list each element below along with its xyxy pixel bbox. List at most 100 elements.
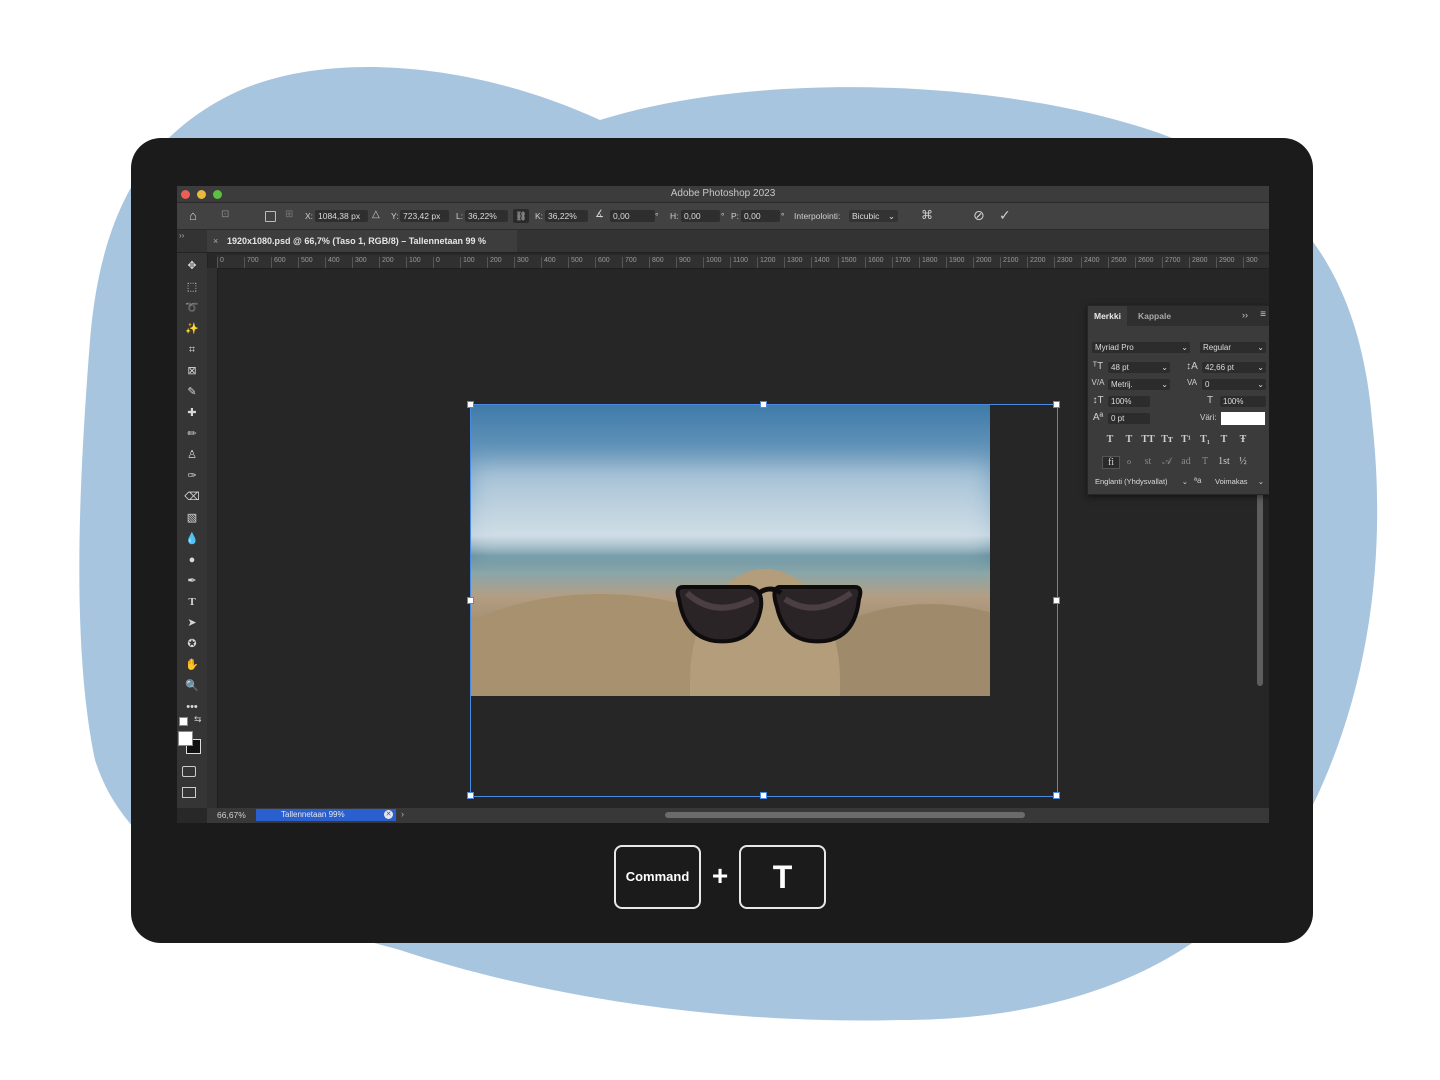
ruler-tick: 1600 bbox=[865, 257, 884, 268]
title-bar: Adobe Photoshop 2023 bbox=[177, 186, 1269, 203]
kerning-field[interactable]: Metrij. ⌄ bbox=[1108, 379, 1170, 390]
transform-handle[interactable] bbox=[1053, 401, 1060, 408]
hskew-field[interactable]: 0,00 bbox=[681, 210, 720, 222]
transform-handle[interactable] bbox=[760, 401, 767, 408]
hand-tool-icon[interactable]: ✋ bbox=[181, 656, 203, 674]
type-tool-icon[interactable]: T bbox=[181, 593, 203, 611]
width-field[interactable]: 36,22% bbox=[465, 210, 508, 222]
zoom-level[interactable]: 66,67% bbox=[217, 810, 246, 820]
eraser-tool-icon[interactable]: ⌫ bbox=[181, 488, 203, 506]
opentype-button[interactable]: ½ bbox=[1235, 456, 1251, 467]
font-family-select[interactable]: Myriad Pro ⌄ bbox=[1092, 342, 1190, 353]
transform-handle[interactable] bbox=[467, 792, 474, 799]
ruler-tick: 1000 bbox=[703, 257, 722, 268]
status-menu-chevron-icon[interactable]: › bbox=[401, 809, 404, 819]
default-colors-icon[interactable] bbox=[179, 717, 188, 726]
zoom-tool-icon[interactable]: 🔍 bbox=[181, 677, 203, 695]
transform-bounding-box[interactable] bbox=[467, 401, 1060, 799]
transform-icon[interactable]: ⊡ bbox=[221, 209, 229, 220]
ruler-tick: 400 bbox=[325, 257, 340, 268]
document-tab[interactable]: × 1920x1080.psd @ 66,7% (Taso 1, RGB/8) … bbox=[207, 230, 517, 252]
move-tool-icon[interactable]: ✥ bbox=[181, 257, 203, 275]
frame-tool-icon[interactable]: ⊠ bbox=[181, 362, 203, 380]
reference-point-icon[interactable]: ⊞ bbox=[285, 209, 293, 220]
stamp-tool-icon[interactable]: ♙ bbox=[181, 446, 203, 464]
vskew-field[interactable]: 0,00 bbox=[741, 210, 780, 222]
vertical-scrollbar[interactable] bbox=[1257, 486, 1263, 686]
opentype-button[interactable]: 1st bbox=[1216, 456, 1232, 467]
transform-handle[interactable] bbox=[1053, 792, 1060, 799]
opentype-button[interactable]: st bbox=[1140, 456, 1156, 467]
pen-tool-icon[interactable]: ✒ bbox=[181, 572, 203, 590]
cancel-icon[interactable]: ⊘ bbox=[973, 207, 985, 224]
baseline-shift-field[interactable]: 0 pt bbox=[1108, 413, 1150, 424]
shape-tool-icon[interactable]: ✪ bbox=[181, 635, 203, 653]
expand-panels-icon[interactable]: ›› bbox=[179, 231, 184, 240]
link-icon[interactable]: ⛓ bbox=[513, 209, 529, 223]
relative-position-icon[interactable]: △ bbox=[372, 209, 380, 220]
text-style-button[interactable]: T₁ bbox=[1197, 434, 1213, 445]
eyedropper-tool-icon[interactable]: ✎ bbox=[181, 383, 203, 401]
text-color-swatch[interactable] bbox=[1221, 412, 1265, 425]
gradient-tool-icon[interactable]: ▧ bbox=[181, 509, 203, 527]
save-progress: Tallennetaan 99% ✕ bbox=[256, 809, 396, 821]
tracking-field[interactable]: 0 ⌄ bbox=[1202, 379, 1266, 390]
path-select-tool-icon[interactable]: ➤ bbox=[181, 614, 203, 632]
font-size-field[interactable]: 48 pt ⌄ bbox=[1108, 362, 1170, 373]
cancel-save-icon[interactable]: ✕ bbox=[384, 810, 393, 819]
screen-mode-icon[interactable] bbox=[182, 787, 196, 798]
history-brush-tool-icon[interactable]: ✑ bbox=[181, 467, 203, 485]
more-tools-icon[interactable]: ••• bbox=[181, 698, 203, 716]
horizontal-scrollbar[interactable] bbox=[665, 812, 1025, 818]
antialias-select[interactable]: Voimakas ⌄ bbox=[1212, 476, 1266, 487]
transform-handle[interactable] bbox=[1053, 597, 1060, 604]
ruler-tick: 700 bbox=[622, 257, 637, 268]
tab-kappale[interactable]: Kappale bbox=[1132, 306, 1177, 326]
vertical-scale-field[interactable]: 100% bbox=[1108, 396, 1150, 407]
commit-icon[interactable]: ✓ bbox=[999, 207, 1011, 224]
angle-field[interactable]: 0,00 bbox=[610, 210, 655, 222]
tab-merkki[interactable]: Merkki bbox=[1088, 306, 1127, 326]
toggle-reference-point-checkbox[interactable] bbox=[265, 211, 276, 222]
text-style-button[interactable]: TT bbox=[1140, 434, 1156, 445]
leading-field[interactable]: 42,66 pt ⌄ bbox=[1202, 362, 1266, 373]
text-style-button[interactable]: T bbox=[1216, 434, 1232, 445]
text-style-button[interactable]: Tт bbox=[1159, 434, 1175, 445]
y-field[interactable]: 723,42 px bbox=[400, 210, 449, 222]
close-tab-icon[interactable]: × bbox=[213, 230, 218, 252]
dodge-tool-icon[interactable]: ● bbox=[181, 551, 203, 569]
text-style-button[interactable]: Ŧ bbox=[1235, 434, 1251, 445]
foreground-color-swatch[interactable] bbox=[178, 731, 193, 746]
ruler-tick: 1700 bbox=[892, 257, 911, 268]
interpolation-select[interactable]: Bicubic ⌄ bbox=[849, 210, 898, 222]
transform-handle[interactable] bbox=[760, 792, 767, 799]
opentype-button[interactable]: T bbox=[1197, 456, 1213, 467]
transform-handle[interactable] bbox=[467, 401, 474, 408]
opentype-button[interactable]: 𝒜 bbox=[1159, 456, 1175, 467]
healing-tool-icon[interactable]: ✚ bbox=[181, 404, 203, 422]
height-field[interactable]: 36,22% bbox=[545, 210, 588, 222]
warp-icon[interactable]: ⌘ bbox=[921, 208, 933, 222]
font-style-select[interactable]: Regular ⌄ bbox=[1200, 342, 1266, 353]
opentype-button[interactable]: ℴ bbox=[1121, 456, 1137, 467]
lasso-tool-icon[interactable]: ➰ bbox=[181, 299, 203, 317]
opentype-button[interactable]: fi bbox=[1102, 456, 1120, 469]
opentype-button[interactable]: ad bbox=[1178, 456, 1194, 467]
language-select[interactable]: Englanti (Yhdysvallat) ⌄ bbox=[1092, 476, 1190, 487]
collapse-panel-icon[interactable]: ›› bbox=[1242, 310, 1248, 320]
x-field[interactable]: 1084,38 px bbox=[315, 210, 368, 222]
magic-wand-tool-icon[interactable]: ✨ bbox=[181, 320, 203, 338]
text-style-button[interactable]: T bbox=[1121, 434, 1137, 445]
text-style-button[interactable]: T¹ bbox=[1178, 434, 1194, 445]
blur-tool-icon[interactable]: 💧 bbox=[181, 530, 203, 548]
horizontal-scale-field[interactable]: 100% bbox=[1220, 396, 1266, 407]
quick-mask-icon[interactable] bbox=[182, 766, 196, 777]
crop-tool-icon[interactable]: ⌗ bbox=[181, 341, 203, 359]
vskew-degree: ° bbox=[781, 211, 785, 221]
transform-handle[interactable] bbox=[467, 597, 474, 604]
text-style-button[interactable]: T bbox=[1102, 434, 1118, 445]
brush-tool-icon[interactable]: ✏ bbox=[181, 425, 203, 443]
panel-menu-icon[interactable]: ≡ bbox=[1260, 309, 1266, 320]
marquee-tool-icon[interactable]: ⬚ bbox=[181, 278, 203, 296]
home-icon[interactable]: ⌂ bbox=[189, 208, 197, 223]
